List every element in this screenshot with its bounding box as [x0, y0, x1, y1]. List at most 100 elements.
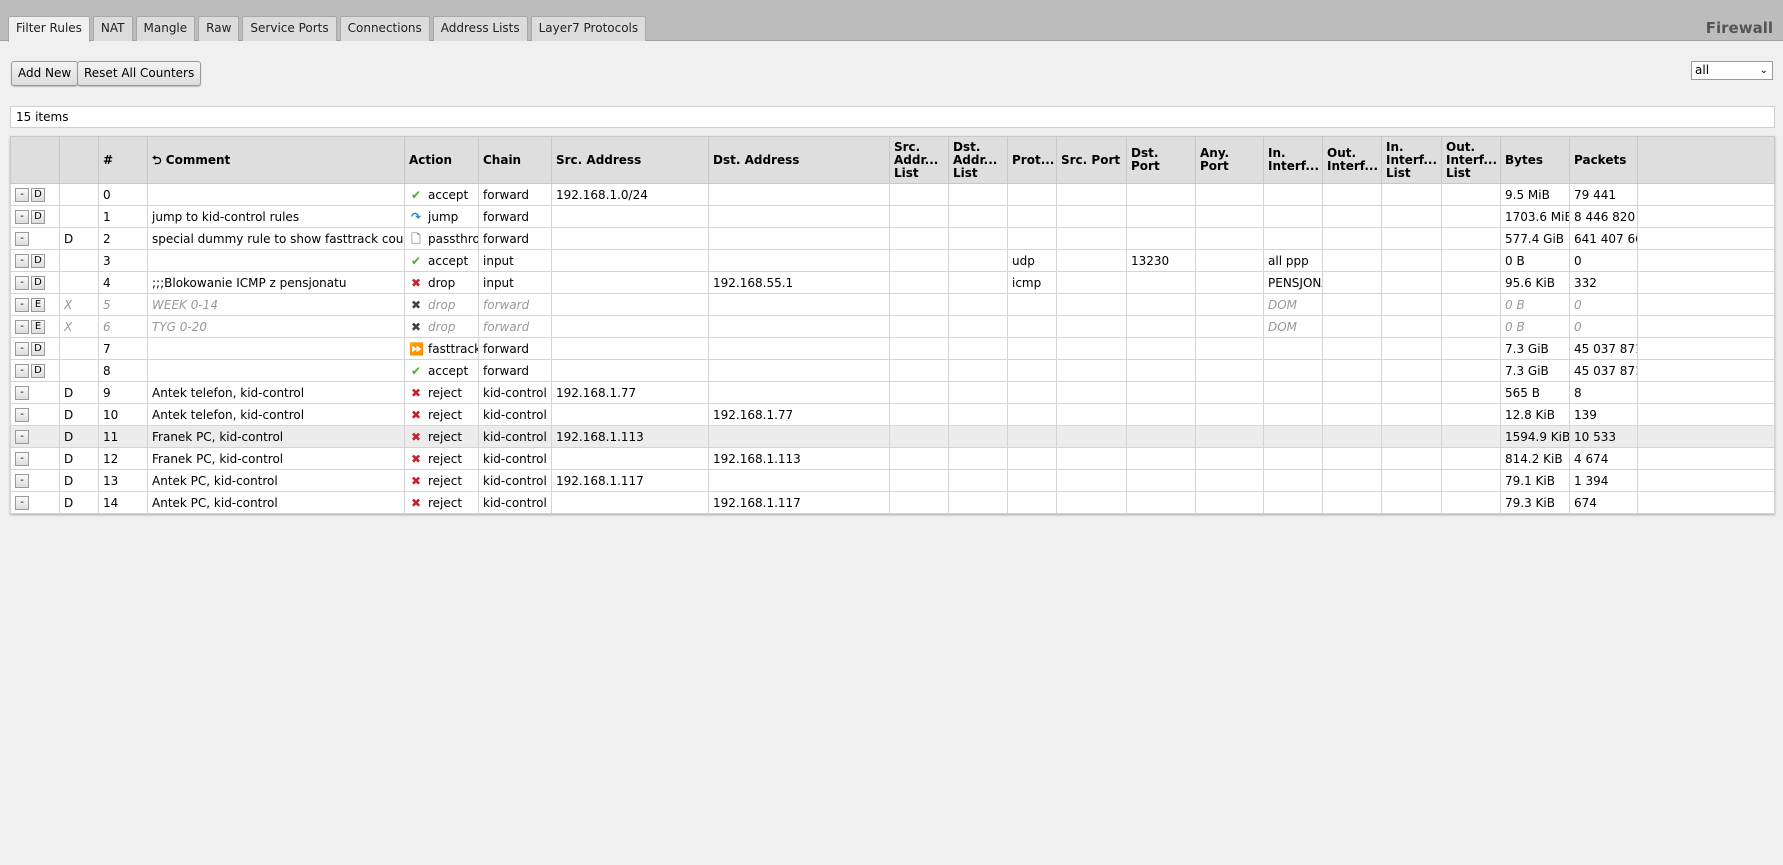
remove-button[interactable]: - — [15, 496, 29, 510]
remove-button[interactable]: - — [15, 320, 29, 334]
out-interface-list-cell — [1441, 403, 1501, 426]
table-row[interactable]: - D 8 ✔ accept forward 7.3 GiB 45 037 871 — [10, 359, 1775, 382]
column-header[interactable] — [1637, 136, 1775, 184]
column-header[interactable] — [10, 136, 60, 184]
remove-button[interactable]: - — [15, 188, 29, 202]
remove-button[interactable]: - — [15, 298, 29, 312]
column-header[interactable]: Chain — [478, 136, 552, 184]
table-row[interactable]: - D 14 Antek PC, kid-control ✖ reject kid-cont… — [10, 491, 1775, 514]
chain-cell: kid-control — [478, 403, 552, 426]
remove-button[interactable]: - — [15, 408, 29, 422]
disable-button[interactable]: D — [31, 276, 45, 290]
enable-button[interactable]: E — [31, 320, 45, 334]
add-new-button[interactable]: Add New — [11, 61, 79, 86]
column-header[interactable]: Packets — [1569, 136, 1638, 184]
sort-icon[interactable]: ⮌ — [152, 153, 166, 167]
table-row[interactable]: - D 7 ⏩ fasttrack forward 7.3 GiB 45 037 871 — [10, 337, 1775, 360]
out-interface-list-cell — [1441, 293, 1501, 316]
remove-button[interactable]: - — [15, 452, 29, 466]
enable-button[interactable]: E — [31, 298, 45, 312]
tab-filter-rules[interactable]: Filter Rules — [8, 16, 90, 42]
action-cell: ✔ accept — [404, 183, 479, 206]
dst-address-list-cell — [948, 271, 1008, 294]
column-header[interactable]: Out. Interf... List — [1441, 136, 1501, 184]
column-header[interactable]: # — [98, 136, 148, 184]
remove-button[interactable]: - — [15, 364, 29, 378]
column-header[interactable]: Src. Address — [551, 136, 709, 184]
table-row[interactable]: - E X 5 WEEK 0-14 ✖ drop forward DOM 0 B0 — [10, 293, 1775, 316]
tab-layer7-protocols[interactable]: Layer7 Protocols — [530, 16, 647, 41]
table-row[interactable]: - D 9 Antek telefon, kid-control ✖ reject kid-… — [10, 381, 1775, 404]
in-interface-list-cell — [1381, 315, 1442, 338]
table-row[interactable]: - D 1 jump to kid-control rules ↷ jump forward… — [10, 205, 1775, 228]
any-port-cell — [1195, 447, 1264, 470]
column-header-label: Dst. Addr... List — [953, 139, 998, 180]
table-row[interactable]: - D 3 ✔ accept input udp 13230 all ppp 0 B0 — [10, 249, 1775, 272]
table-row[interactable]: - D 4 ;;;Blokowanie ICMP z pensjonatu ✖ drop i… — [10, 271, 1775, 294]
dst-address-cell — [708, 337, 890, 360]
out-interface-list-cell — [1441, 425, 1501, 448]
remove-button[interactable]: - — [15, 232, 29, 246]
comment-cell — [147, 183, 405, 206]
column-header[interactable]: Src. Addr... List — [889, 136, 949, 184]
disable-button[interactable]: D — [31, 210, 45, 224]
src-port-cell — [1056, 271, 1127, 294]
column-header[interactable]: Dst. Address — [708, 136, 890, 184]
table-row[interactable]: - D 12 Franek PC, kid-control ✖ reject kid-con… — [10, 447, 1775, 470]
disable-button[interactable]: D — [31, 188, 45, 202]
remove-button[interactable]: - — [15, 254, 29, 268]
disable-button[interactable]: D — [31, 254, 45, 268]
action-label: reject — [428, 451, 463, 466]
empty-cell — [1637, 381, 1775, 404]
table-row[interactable]: - E X 6 TYG 0-20 ✖ drop forward DOM 0 B0 — [10, 315, 1775, 338]
column-header[interactable]: In. Interf... — [1263, 136, 1323, 184]
in-interface-list-cell — [1381, 447, 1442, 470]
table-row[interactable]: - D 11 Franek PC, kid-control ✖ reject kid-con… — [10, 425, 1775, 448]
table-row[interactable]: - D 2 special dummy rule to show fasttrack … — [10, 227, 1775, 250]
column-header[interactable]: In. Interf... List — [1381, 136, 1442, 184]
reset-all-counters-button[interactable]: Reset All Counters — [77, 61, 202, 86]
tab-address-lists[interactable]: Address Lists — [432, 16, 528, 41]
column-header[interactable]: Any. Port — [1195, 136, 1264, 184]
dst-address-cell — [708, 469, 890, 492]
bytes-cell: 79.3 KiB — [1500, 491, 1570, 514]
table-row[interactable]: - D 10 Antek telefon, kid-control ✖ reject kid… — [10, 403, 1775, 426]
remove-button[interactable]: - — [15, 210, 29, 224]
tab-connections[interactable]: Connections — [339, 16, 430, 41]
tab-service-ports[interactable]: Service Ports — [242, 16, 337, 41]
column-header[interactable]: Bytes — [1500, 136, 1570, 184]
remove-button[interactable]: - — [15, 430, 29, 444]
column-header[interactable] — [59, 136, 99, 184]
in-interface-list-cell — [1381, 359, 1442, 382]
comment-cell: Antek PC, kid-control — [147, 469, 405, 492]
tab-nat[interactable]: NAT — [92, 16, 133, 41]
dst-address-list-cell — [948, 337, 1008, 360]
remove-button[interactable]: - — [15, 342, 29, 356]
remove-button[interactable]: - — [15, 386, 29, 400]
column-header[interactable]: ⮌ Comment — [147, 136, 405, 184]
src-port-cell — [1056, 447, 1127, 470]
table-row[interactable]: - D 13 Antek PC, kid-control ✖ reject kid-cont… — [10, 469, 1775, 492]
column-header[interactable]: Prot... — [1007, 136, 1057, 184]
disable-button[interactable]: D — [31, 342, 45, 356]
column-header[interactable]: Dst. Addr... List — [948, 136, 1008, 184]
action-cell: 🗋 passthro — [404, 227, 479, 250]
column-header[interactable]: Src. Port — [1056, 136, 1127, 184]
action-cell: ✖ drop — [404, 293, 479, 316]
table-row[interactable]: - D 0 ✔ accept forward 192.168.1.0/24 9.5 MiB 79… — [10, 183, 1775, 206]
filter-select[interactable]: all ⌄ — [1691, 61, 1773, 80]
src-address-list-cell — [889, 271, 949, 294]
comment-cell: special dummy rule to show fasttrack cou… — [147, 227, 405, 250]
column-header[interactable]: Dst. Port — [1126, 136, 1196, 184]
src-port-cell — [1056, 315, 1127, 338]
disable-button[interactable]: D — [31, 364, 45, 378]
tab-raw[interactable]: Raw — [198, 16, 240, 41]
tab-mangle[interactable]: Mangle — [135, 16, 196, 41]
remove-button[interactable]: - — [15, 276, 29, 290]
action-cell: ✔ accept — [404, 359, 479, 382]
empty-cell — [1637, 491, 1775, 514]
in-interface-list-cell — [1381, 491, 1442, 514]
column-header[interactable]: Out. Interf... — [1322, 136, 1382, 184]
remove-button[interactable]: - — [15, 474, 29, 488]
column-header[interactable]: Action — [404, 136, 479, 184]
